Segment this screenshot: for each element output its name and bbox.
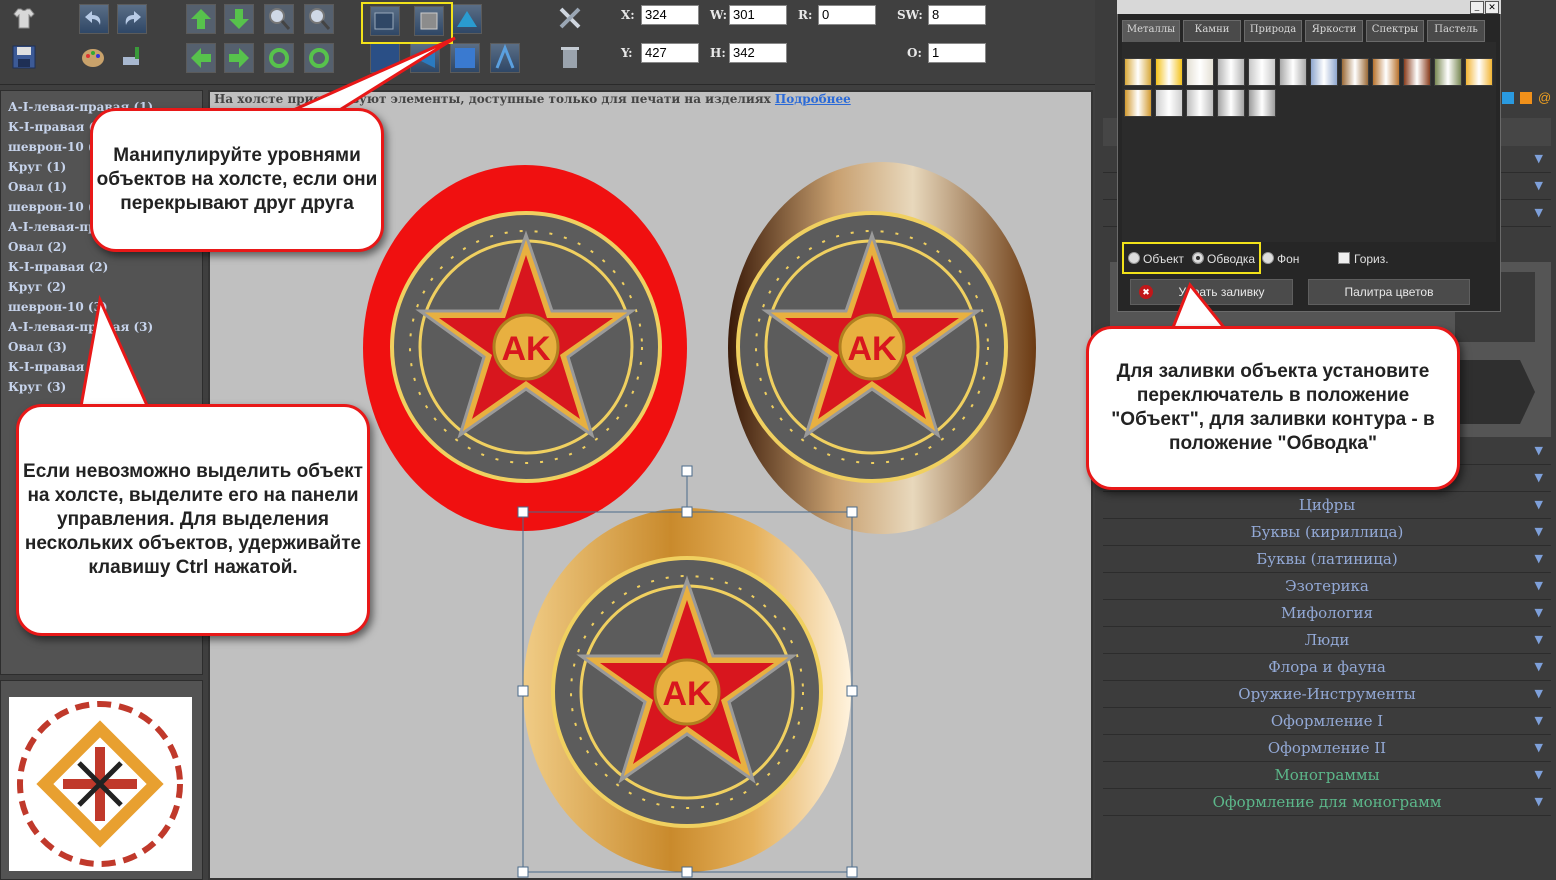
- callout-layers: Манипулируйте уровнями объектов на холст…: [90, 108, 384, 252]
- callout-fill: Для заливки объекта установите переключа…: [1086, 326, 1460, 490]
- callout-select: Если невозможно выделить объект на холст…: [16, 404, 370, 636]
